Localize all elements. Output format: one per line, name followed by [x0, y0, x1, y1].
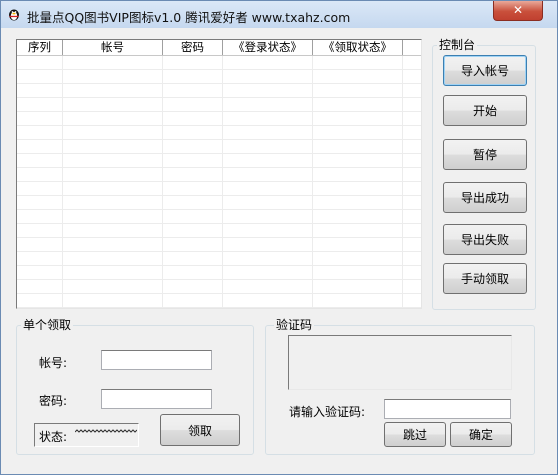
password-label: 密码: — [39, 394, 68, 408]
manual-claim-button[interactable]: 手动领取 — [443, 263, 527, 294]
close-button[interactable]: ✕ — [493, 1, 543, 21]
claim-button[interactable]: 领取 — [160, 414, 240, 446]
grid-divider — [162, 56, 163, 308]
captcha-image — [288, 335, 512, 390]
status-wavy-indicator — [75, 429, 137, 433]
control-panel-title: 控制台 — [437, 38, 478, 52]
export-success-button[interactable]: 导出成功 — [443, 182, 527, 213]
column-header-index[interactable]: 序列 — [17, 40, 63, 55]
password-field[interactable] — [101, 389, 212, 409]
account-label: 帐号: — [39, 356, 68, 370]
close-icon: ✕ — [512, 3, 524, 17]
export-failure-button[interactable]: 导出失败 — [443, 224, 527, 255]
confirm-button[interactable]: 确定 — [450, 422, 512, 447]
account-list[interactable]: 序列 帐号 密码 《登录状态》 《领取状态》 — [16, 39, 422, 309]
column-header-password[interactable]: 密码 — [163, 40, 223, 55]
list-grid — [17, 56, 421, 308]
title-bar[interactable]: 批量点QQ图书VIP图标v1.0 腾讯爱好者 www.txahz.com ✕ — [1, 1, 557, 28]
client-area: 序列 帐号 密码 《登录状态》 《领取状态》 控制台 导入帐号 开始 暂停 导出… — [7, 28, 551, 468]
grid-divider — [402, 56, 403, 308]
list-header: 序列 帐号 密码 《登录状态》 《领取状态》 — [17, 40, 421, 56]
import-accounts-button[interactable]: 导入帐号 — [443, 55, 527, 86]
account-field[interactable] — [101, 350, 212, 370]
captcha-input-label: 请输入验证码: — [289, 405, 366, 419]
status-display: 状态: — [34, 423, 139, 447]
column-header-account[interactable]: 帐号 — [63, 40, 163, 55]
captcha-input[interactable] — [384, 399, 511, 419]
single-claim-title: 单个领取 — [21, 318, 74, 332]
window-title: 批量点QQ图书VIP图标v1.0 腾讯爱好者 www.txahz.com — [27, 10, 351, 25]
captcha-title: 验证码 — [274, 318, 315, 332]
start-button[interactable]: 开始 — [443, 95, 527, 126]
column-header-claim-status[interactable]: 《领取状态》 — [313, 40, 403, 55]
grid-divider — [222, 56, 223, 308]
penguin-icon — [9, 9, 19, 21]
grid-divider — [62, 56, 63, 308]
main-window: 批量点QQ图书VIP图标v1.0 腾讯爱好者 www.txahz.com ✕ 序… — [0, 0, 558, 475]
column-header-login-status[interactable]: 《登录状态》 — [223, 40, 313, 55]
pause-button[interactable]: 暂停 — [443, 139, 527, 170]
status-label: 状态: — [39, 430, 68, 444]
skip-button[interactable]: 跳过 — [384, 422, 446, 447]
grid-divider — [312, 56, 313, 308]
